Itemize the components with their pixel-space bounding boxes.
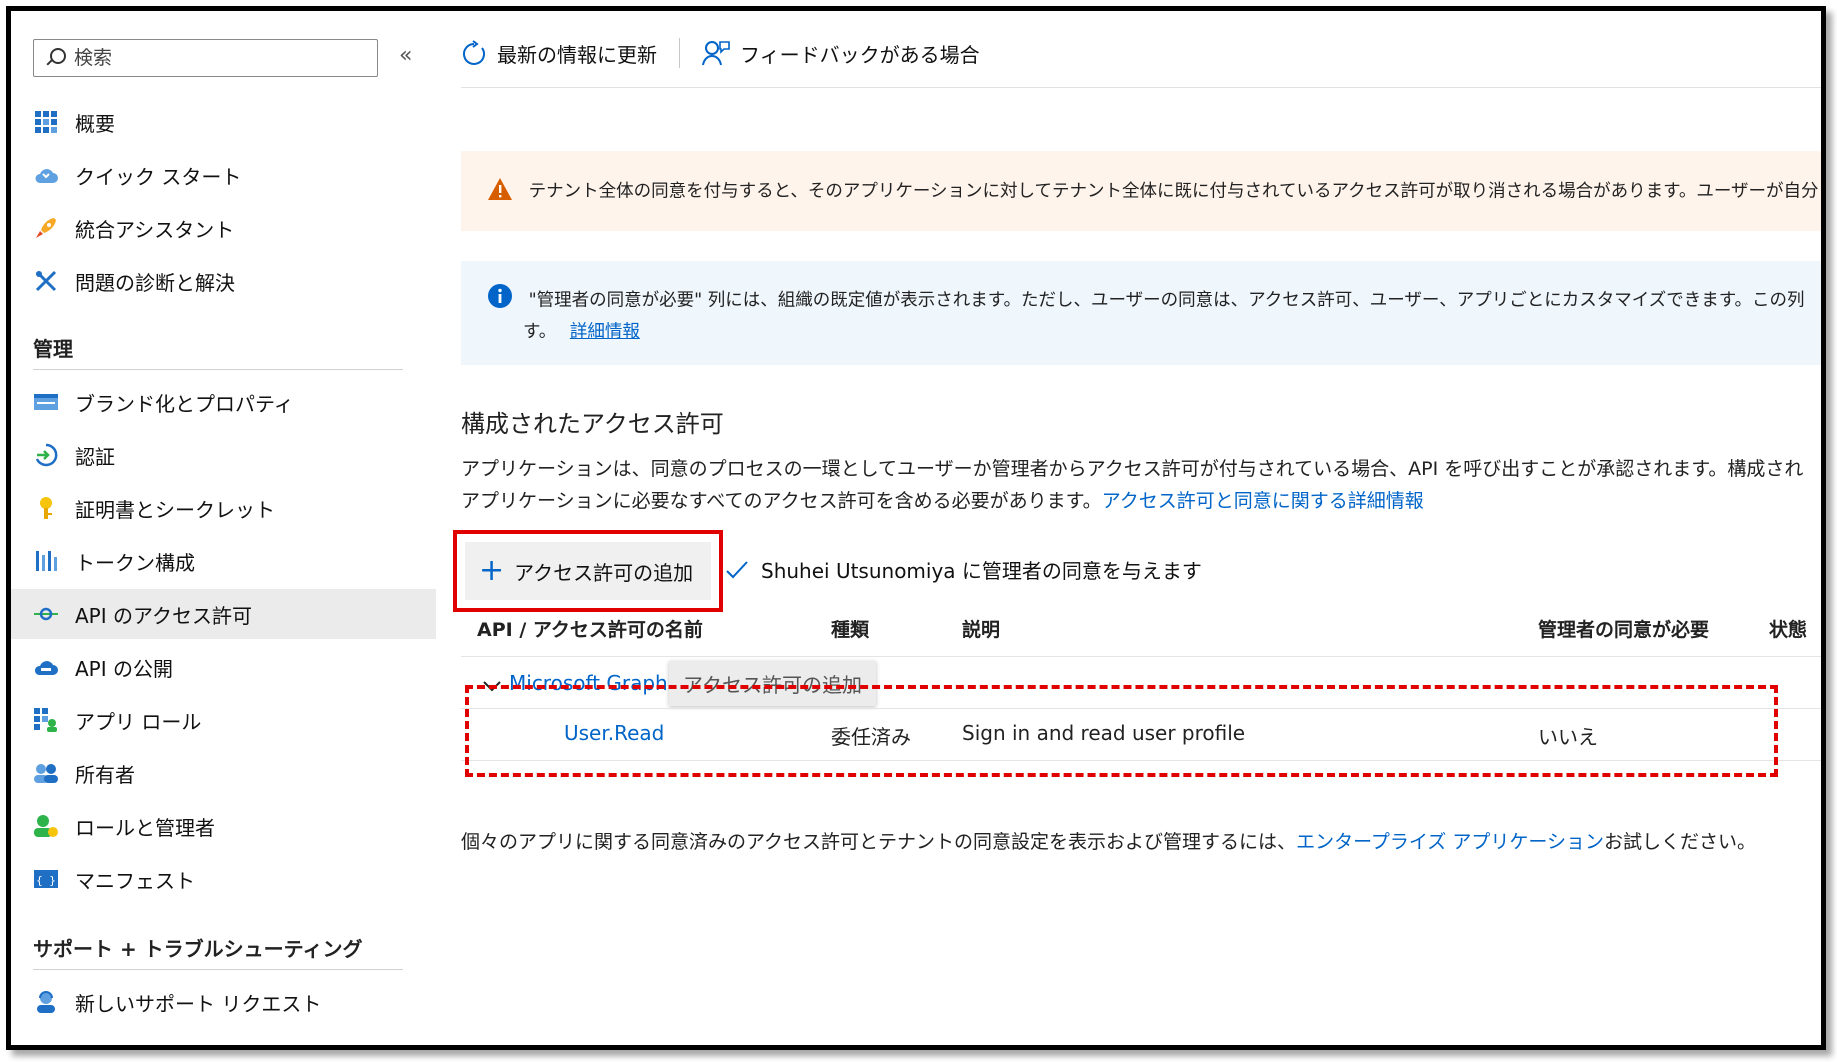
sidebar-item-label: API の公開 (75, 656, 173, 681)
column-header-status[interactable]: 状態 (1769, 615, 1807, 642)
main-content: 最新の情報に更新 フィードバックがある場合 テナント全体の同意を付与すると、その… (453, 11, 1821, 1045)
grant-admin-consent-button[interactable]: Shuhei Utsunomiya に管理者の同意を与えます (725, 555, 1202, 584)
key-icon (33, 495, 59, 521)
footer-prefix: 個々のアプリに関する同意済みのアクセス許可とテナントの同意設定を表示および管理す… (461, 831, 1297, 853)
sidebar-item-token-config[interactable]: トークン構成 (11, 536, 436, 586)
configured-permissions-description: アプリケーションは、同意のプロセスの一環としてユーザーか管理者からアクセス許可が… (461, 453, 1821, 517)
column-header-admin-consent[interactable]: 管理者の同意が必要 (1538, 615, 1709, 642)
feedback-label: フィードバックがある場合 (740, 42, 980, 67)
info-text-line1: "管理者の同意が必要" 列には、組織の既定値が表示されます。ただし、ユーザーの同… (528, 290, 1805, 311)
sidebar-item-label: 新しいサポート リクエスト (75, 991, 322, 1016)
sidebar-item-label: 所有者 (75, 762, 135, 787)
warning-banner: テナント全体の同意を付与すると、そのアプリケーションに対してテナント全体に既に付… (461, 151, 1821, 231)
enterprise-apps-note: 個々のアプリに関する同意済みのアクセス許可とテナントの同意設定を表示および管理す… (461, 827, 1756, 854)
add-permission-highlight: + アクセス許可の追加 (453, 530, 723, 612)
section-divider (33, 369, 403, 370)
permissions-consent-link[interactable]: アクセス許可と同意に関する詳細情報 (1102, 490, 1424, 512)
sidebar-item-manifest[interactable]: { } マニフェスト (11, 854, 436, 904)
learn-more-link[interactable]: 詳細情報 (570, 322, 640, 342)
sidebar-item-overview[interactable]: 概要 (11, 97, 436, 147)
refresh-icon (461, 40, 487, 66)
wrench-cross-icon (33, 268, 59, 294)
sidebar-search[interactable] (33, 39, 378, 77)
description-line1: アプリケーションは、同意のプロセスの一環としてユーザーか管理者からアクセス許可が… (461, 458, 1804, 480)
sidebar-item-label: 認証 (75, 444, 115, 469)
branding-icon (33, 389, 59, 415)
cloud-expose-icon (33, 654, 59, 680)
sidebar-item-label: 証明書とシークレット (75, 497, 275, 522)
roles-admins-icon (33, 813, 59, 839)
toolbar-separator (679, 38, 680, 68)
header-divider (461, 656, 1821, 657)
grant-consent-label: Shuhei Utsunomiya に管理者の同意を与えます (761, 559, 1202, 583)
sidebar-item-label: アプリ ロール (75, 709, 202, 734)
section-manage-label: 管理 (33, 337, 73, 361)
screenshot-frame: « 概要 クイック スタート 統合アシスタント 問題の診断と解決 (6, 6, 1826, 1050)
api-permission-icon (33, 601, 59, 627)
command-bar: 最新の情報に更新 フィードバックがある場合 (461, 33, 980, 73)
sidebar-item-quickstart[interactable]: クイック スタート (11, 150, 436, 200)
sidebar-item-expose-api[interactable]: API の公開 (11, 642, 436, 692)
warning-text: テナント全体の同意を付与すると、そのアプリケーションに対してテナント全体に既に付… (528, 181, 1819, 202)
enterprise-applications-link[interactable]: エンタープライズ アプリケーション (1296, 831, 1604, 853)
description-line2: アプリケーションに必要なすべてのアクセス許可を含める必要があります。 (461, 490, 1102, 512)
manifest-icon: { } (33, 866, 59, 892)
app-roles-icon (33, 707, 59, 733)
collapse-sidebar-button[interactable]: « (399, 43, 412, 68)
sidebar-item-integration-assistant[interactable]: 統合アシスタント (11, 203, 436, 253)
section-support-label: サポート + トラブルシューティング (33, 937, 363, 961)
refresh-label: 最新の情報に更新 (497, 42, 657, 67)
sidebar-item-label: API のアクセス許可 (75, 603, 252, 628)
add-permission-label: アクセス許可の追加 (514, 560, 694, 585)
sidebar-item-label: 問題の診断と解決 (75, 270, 235, 295)
sidebar-item-label: ロールと管理者 (75, 815, 215, 840)
feedback-person-icon (702, 40, 730, 66)
configured-permissions-title: 構成されたアクセス許可 (461, 410, 724, 438)
support-person-icon (33, 989, 59, 1015)
info-banner: "管理者の同意が必要" 列には、組織の既定値が表示されます。ただし、ユーザーの同… (461, 261, 1821, 365)
owners-icon (33, 760, 59, 786)
sidebar-item-label: トークン構成 (75, 550, 195, 575)
sidebar-item-label: クイック スタート (75, 164, 242, 189)
sidebar-item-label: ブランド化とプロパティ (75, 391, 294, 416)
column-header-name[interactable]: API / アクセス許可の名前 (477, 615, 703, 642)
sidebar-item-new-support-request[interactable]: 新しいサポート リクエスト (11, 977, 436, 1027)
sidebar-item-label: 統合アシスタント (75, 217, 235, 242)
user-read-highlight (465, 685, 1778, 777)
sidebar-item-label: 概要 (75, 111, 115, 136)
rocket-icon (33, 215, 59, 241)
search-input[interactable] (74, 47, 354, 69)
footer-suffix: お試しください。 (1604, 831, 1757, 853)
info-icon (487, 283, 513, 318)
plus-icon: + (479, 553, 505, 588)
search-icon (44, 47, 66, 69)
toolbar-divider (461, 87, 1821, 88)
refresh-button[interactable]: 最新の情報に更新 (461, 39, 657, 68)
add-permission-button[interactable]: + アクセス許可の追加 (465, 542, 711, 600)
sidebar: « 概要 クイック スタート 統合アシスタント 問題の診断と解決 (11, 11, 436, 1045)
cloud-quickstart-icon (33, 162, 59, 188)
sidebar-item-api-permissions[interactable]: API のアクセス許可 (11, 589, 436, 639)
sidebar-item-branding[interactable]: ブランド化とプロパティ (11, 377, 436, 427)
info-text-line2: す。 (523, 322, 557, 342)
feedback-button[interactable]: フィードバックがある場合 (702, 39, 980, 68)
column-header-description[interactable]: 説明 (962, 615, 1000, 642)
token-bars-icon (33, 548, 59, 574)
checkmark-icon (725, 560, 749, 580)
grid-overview-icon (33, 109, 59, 135)
svg-text:{ }: { } (36, 874, 56, 887)
sidebar-item-diagnose[interactable]: 問題の診断と解決 (11, 256, 436, 306)
warning-icon (487, 177, 513, 206)
sidebar-item-label: マニフェスト (75, 868, 195, 893)
sidebar-item-roles-admins[interactable]: ロールと管理者 (11, 801, 436, 851)
section-divider (33, 969, 403, 970)
column-header-type[interactable]: 種類 (831, 615, 869, 642)
authentication-icon (33, 442, 59, 468)
sidebar-item-app-roles[interactable]: アプリ ロール (11, 695, 436, 745)
sidebar-item-authentication[interactable]: 認証 (11, 430, 436, 480)
sidebar-item-owners[interactable]: 所有者 (11, 748, 436, 798)
sidebar-item-certificates[interactable]: 証明書とシークレット (11, 483, 436, 533)
